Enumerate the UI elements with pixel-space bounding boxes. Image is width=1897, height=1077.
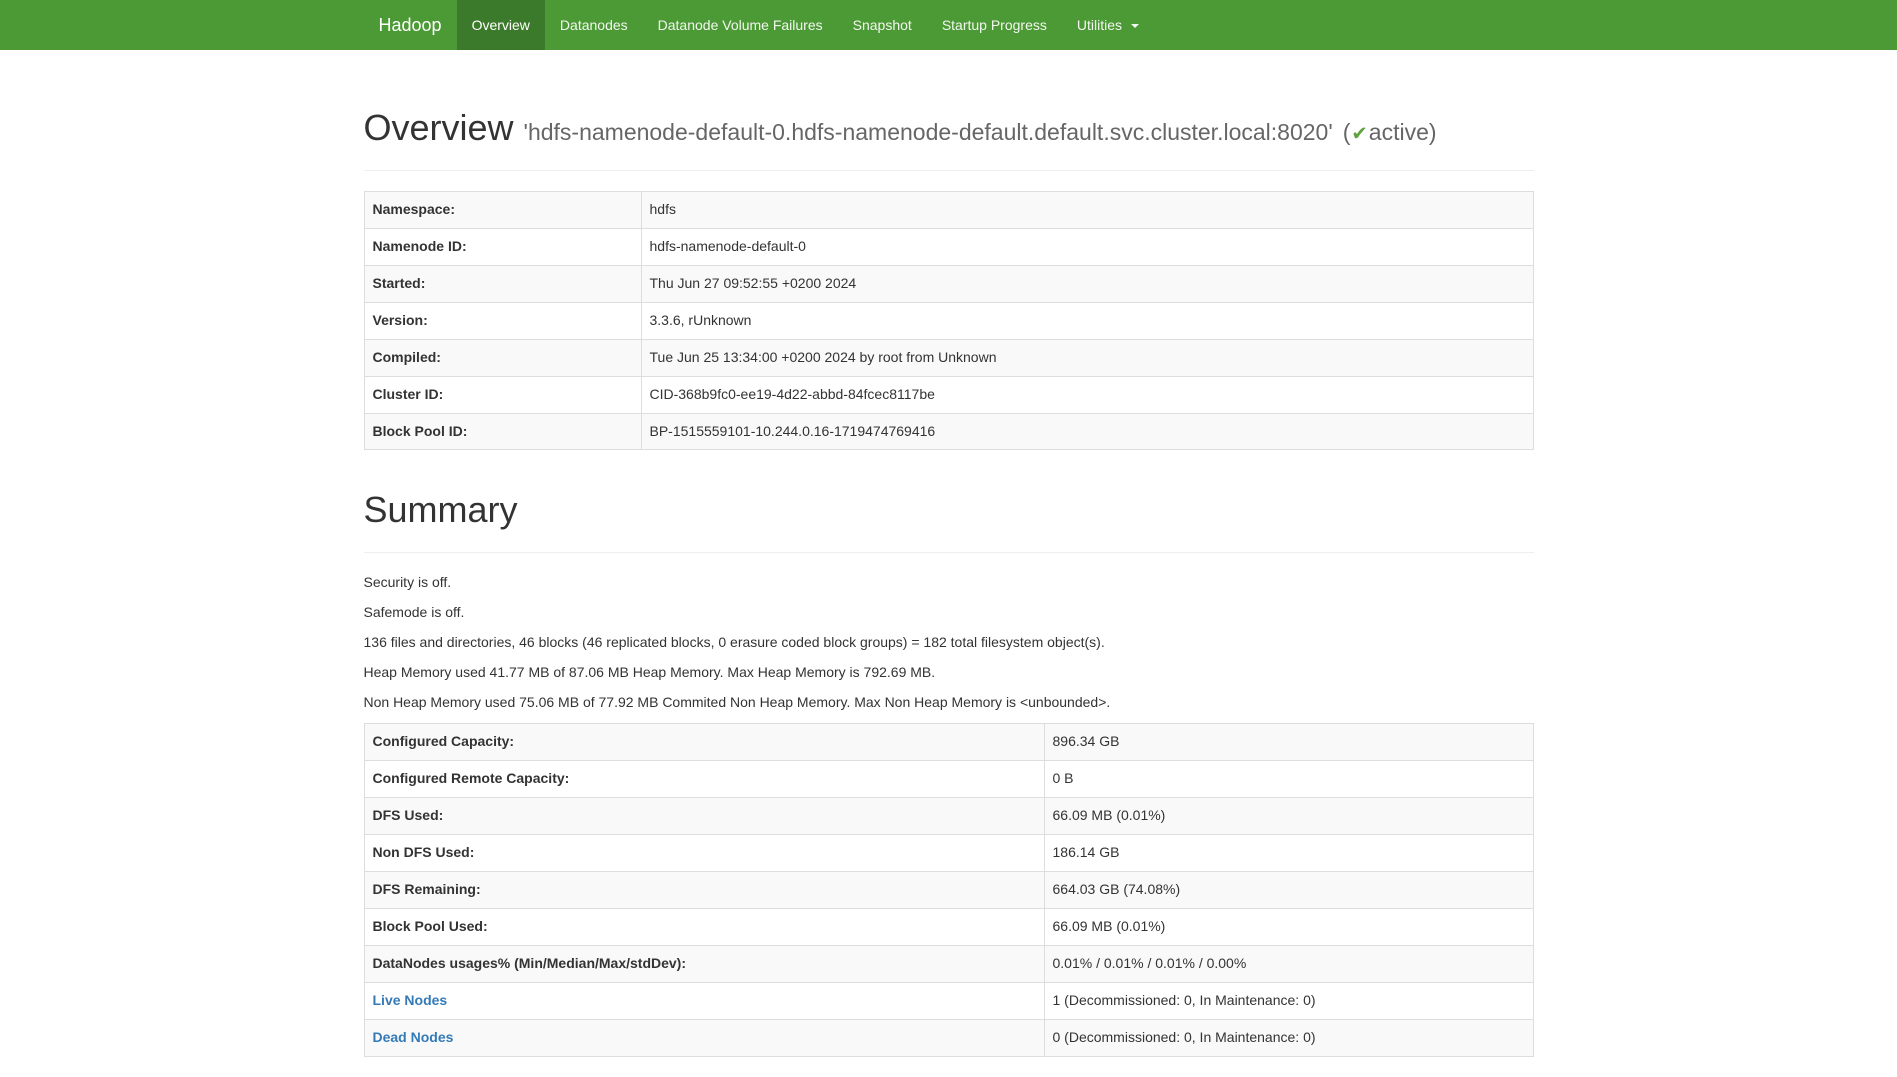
- row-label: Namespace:: [364, 191, 641, 228]
- page-title: Overview 'hdfs-namenode-default-0.hdfs-n…: [364, 108, 1534, 148]
- nav-link-startup-progress[interactable]: Startup Progress: [927, 0, 1062, 50]
- active-check-icon: ✔: [1350, 123, 1368, 145]
- row-value: 66.09 MB (0.01%): [1044, 797, 1533, 834]
- row-label: Cluster ID:: [364, 376, 641, 413]
- row-value: 186.14 GB: [1044, 834, 1533, 871]
- row-value: Thu Jun 27 09:52:55 +0200 2024: [641, 265, 1533, 302]
- summary-page-header: Summary: [364, 490, 1534, 553]
- table-row: Live Nodes 1 (Decommissioned: 0, In Main…: [364, 982, 1533, 1019]
- non-heap-memory-text: Non Heap Memory used 75.06 MB of 77.92 M…: [364, 693, 1534, 713]
- nav-item-utilities: Utilities: [1062, 0, 1154, 50]
- nav-item-datanode-volume-failures: Datanode Volume Failures: [643, 0, 838, 50]
- row-label: DFS Used:: [364, 797, 1044, 834]
- row-label: Version:: [364, 302, 641, 339]
- overview-page-header: Overview 'hdfs-namenode-default-0.hdfs-n…: [364, 108, 1534, 171]
- top-navbar: Hadoop Overview Datanodes Datanode Volum…: [0, 0, 1897, 50]
- row-value: 0 (Decommissioned: 0, In Maintenance: 0): [1044, 1019, 1533, 1056]
- nav-item-startup-progress: Startup Progress: [927, 0, 1062, 50]
- nav-label: Startup Progress: [942, 17, 1047, 33]
- summary-title: Summary: [364, 490, 1534, 530]
- nav-label: Datanode Volume Failures: [658, 17, 823, 33]
- page-title-text: Overview: [364, 107, 514, 148]
- table-row: DFS Used: 66.09 MB (0.01%): [364, 797, 1533, 834]
- row-value: hdfs: [641, 191, 1533, 228]
- table-row: Cluster ID: CID-368b9fc0-ee19-4d22-abbd-…: [364, 376, 1533, 413]
- nav-label: Snapshot: [853, 17, 912, 33]
- main-content: Overview 'hdfs-namenode-default-0.hdfs-n…: [349, 108, 1549, 1057]
- row-value: 66.09 MB (0.01%): [1044, 908, 1533, 945]
- namenode-info-table: Namespace: hdfs Namenode ID: hdfs-nameno…: [364, 191, 1534, 451]
- navbar-menu: Overview Datanodes Datanode Volume Failu…: [457, 0, 1154, 50]
- table-row: Configured Capacity: 896.34 GB: [364, 724, 1533, 761]
- nav-label: Utilities: [1077, 17, 1122, 33]
- live-nodes-link[interactable]: Live Nodes: [373, 992, 448, 1008]
- row-label: Block Pool ID:: [364, 413, 641, 450]
- row-label: Dead Nodes: [364, 1019, 1044, 1056]
- nav-link-datanodes[interactable]: Datanodes: [545, 0, 643, 50]
- brand-link[interactable]: Hadoop: [364, 0, 457, 50]
- row-value: 3.3.6, rUnknown: [641, 302, 1533, 339]
- row-label: Compiled:: [364, 339, 641, 376]
- table-row: Namespace: hdfs: [364, 191, 1533, 228]
- security-status-text: Security is off.: [364, 573, 1534, 593]
- row-label: Namenode ID:: [364, 228, 641, 265]
- row-label: Configured Capacity:: [364, 724, 1044, 761]
- table-row: Dead Nodes 0 (Decommissioned: 0, In Main…: [364, 1019, 1533, 1056]
- nav-link-snapshot[interactable]: Snapshot: [838, 0, 927, 50]
- nav-item-overview: Overview: [457, 0, 545, 50]
- row-value: BP-1515559101-10.244.0.16-1719474769416: [641, 413, 1533, 450]
- namenode-address: 'hdfs-namenode-default-0.hdfs-namenode-d…: [524, 119, 1333, 145]
- nav-link-datanode-volume-failures[interactable]: Datanode Volume Failures: [643, 0, 838, 50]
- navbar-container: Hadoop Overview Datanodes Datanode Volum…: [349, 0, 1549, 50]
- nav-link-overview[interactable]: Overview: [457, 0, 545, 50]
- filesystem-objects-text: 136 files and directories, 46 blocks (46…: [364, 633, 1534, 653]
- row-label: DFS Remaining:: [364, 871, 1044, 908]
- table-row: Block Pool ID: BP-1515559101-10.244.0.16…: [364, 413, 1533, 450]
- heap-memory-text: Heap Memory used 41.77 MB of 87.06 MB He…: [364, 663, 1534, 683]
- row-label: Started:: [364, 265, 641, 302]
- nav-label: Overview: [472, 17, 530, 33]
- table-row: Namenode ID: hdfs-namenode-default-0: [364, 228, 1533, 265]
- nav-link-utilities-dropdown[interactable]: Utilities: [1062, 0, 1154, 50]
- nav-item-datanodes: Datanodes: [545, 0, 643, 50]
- row-value: Tue Jun 25 13:34:00 +0200 2024 by root f…: [641, 339, 1533, 376]
- table-row: Version: 3.3.6, rUnknown: [364, 302, 1533, 339]
- table-row: Configured Remote Capacity: 0 B: [364, 760, 1533, 797]
- nav-item-snapshot: Snapshot: [838, 0, 927, 50]
- row-value: 0.01% / 0.01% / 0.01% / 0.00%: [1044, 945, 1533, 982]
- row-label: Block Pool Used:: [364, 908, 1044, 945]
- row-label: DataNodes usages% (Min/Median/Max/stdDev…: [364, 945, 1044, 982]
- row-label: Live Nodes: [364, 982, 1044, 1019]
- nav-label: Datanodes: [560, 17, 628, 33]
- chevron-down-icon: [1131, 24, 1139, 28]
- dead-nodes-link[interactable]: Dead Nodes: [373, 1029, 454, 1045]
- table-row: DataNodes usages% (Min/Median/Max/stdDev…: [364, 945, 1533, 982]
- row-label: Configured Remote Capacity:: [364, 760, 1044, 797]
- state-label: active): [1369, 119, 1437, 145]
- row-value: 0 B: [1044, 760, 1533, 797]
- row-value: 896.34 GB: [1044, 724, 1533, 761]
- table-row: DFS Remaining: 664.03 GB (74.08%): [364, 871, 1533, 908]
- row-label: Non DFS Used:: [364, 834, 1044, 871]
- table-row: Started: Thu Jun 27 09:52:55 +0200 2024: [364, 265, 1533, 302]
- row-value: CID-368b9fc0-ee19-4d22-abbd-84fcec8117be: [641, 376, 1533, 413]
- row-value: 1 (Decommissioned: 0, In Maintenance: 0): [1044, 982, 1533, 1019]
- row-value: hdfs-namenode-default-0: [641, 228, 1533, 265]
- safemode-status-text: Safemode is off.: [364, 603, 1534, 623]
- table-row: Block Pool Used: 66.09 MB (0.01%): [364, 908, 1533, 945]
- summary-table: Configured Capacity: 896.34 GB Configure…: [364, 723, 1534, 1057]
- row-value: 664.03 GB (74.08%): [1044, 871, 1533, 908]
- table-row: Non DFS Used: 186.14 GB: [364, 834, 1533, 871]
- namenode-state: (✔active): [1343, 119, 1437, 145]
- table-row: Compiled: Tue Jun 25 13:34:00 +0200 2024…: [364, 339, 1533, 376]
